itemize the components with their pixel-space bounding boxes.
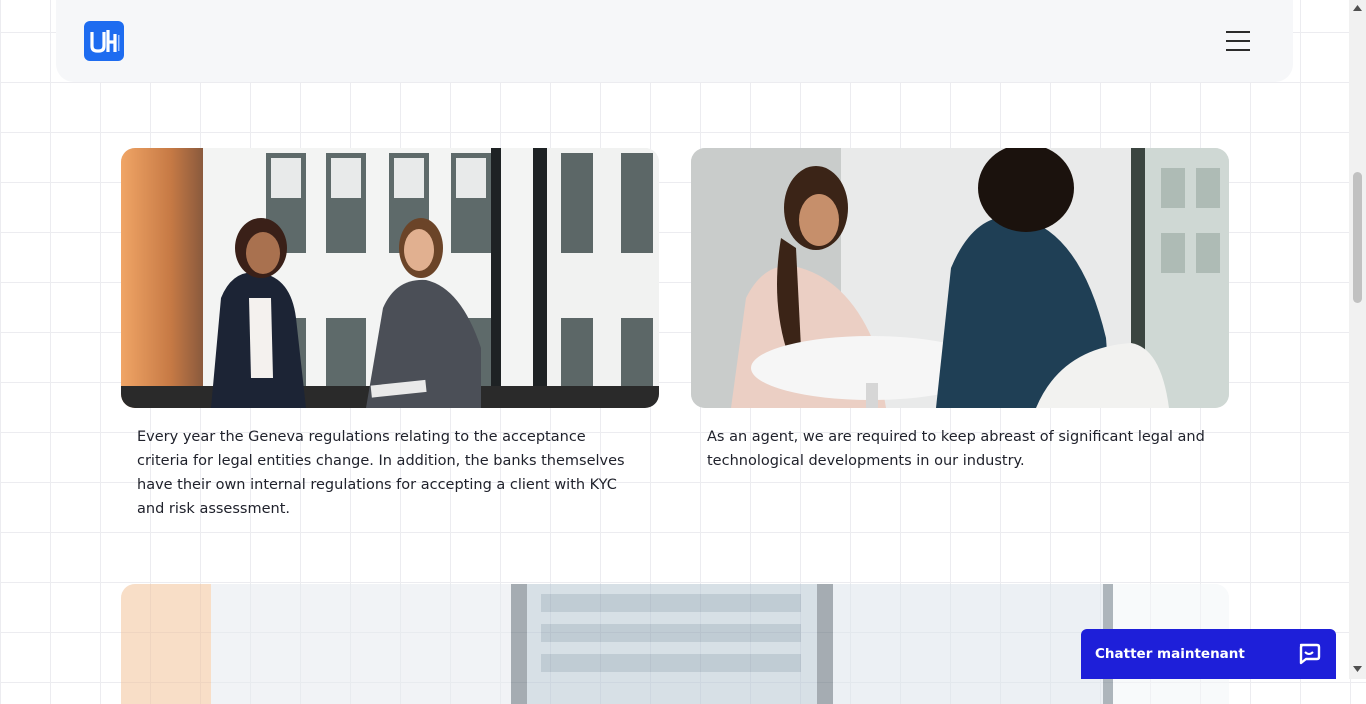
card-image-meeting [691, 148, 1229, 408]
chat-button-label: Chatter maintenant [1095, 646, 1245, 662]
chat-now-button[interactable]: Chatter maintenant [1081, 629, 1336, 679]
page-scrollbar[interactable] [1349, 0, 1366, 679]
menu-line [1226, 31, 1250, 33]
card-text-regulations: Every year the Geneva regulations relati… [137, 429, 625, 517]
scroll-down-arrow-icon[interactable] [1353, 665, 1362, 673]
scroll-up-arrow-icon[interactable] [1353, 4, 1362, 12]
logo[interactable] [84, 21, 124, 61]
site-header [56, 0, 1293, 82]
section-image-office [121, 584, 1229, 704]
chat-bubble-icon [1299, 643, 1321, 665]
logo-icon [90, 30, 120, 53]
menu-hamburger-icon[interactable] [1226, 31, 1250, 51]
card-image-consultation [121, 148, 659, 408]
menu-line [1226, 40, 1250, 42]
card-text-agent: As an agent, we are required to keep abr… [707, 429, 1205, 469]
scrollbar-thumb[interactable] [1353, 172, 1362, 303]
menu-line [1226, 49, 1250, 51]
